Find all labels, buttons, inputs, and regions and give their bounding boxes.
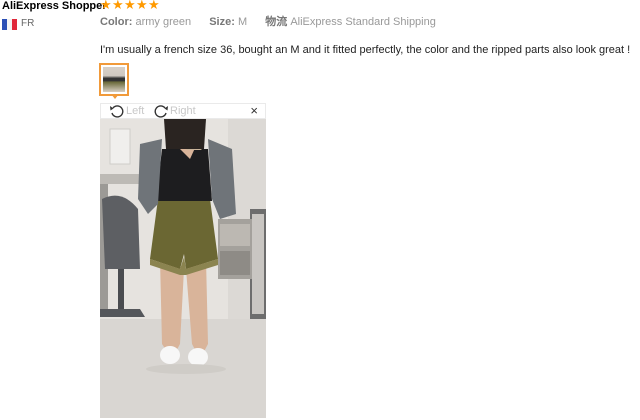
close-viewer-button[interactable]: × (250, 104, 258, 118)
review-photo-image (100, 119, 266, 418)
size-label: Size: (209, 16, 235, 28)
star-icon: ★ (136, 0, 148, 12)
rotate-right-button[interactable]: Right (153, 104, 196, 118)
rotate-left-label: Left (126, 105, 145, 117)
rotate-right-icon (154, 105, 168, 118)
star-icon: ★ (112, 0, 124, 12)
photo-viewer-toolbar: Left Right × (100, 103, 266, 119)
rotate-right-label: Right (170, 105, 196, 117)
color-value: army green (135, 16, 192, 28)
reviewer-country: FR (2, 18, 34, 30)
review-photo[interactable] (100, 119, 266, 418)
star-rating: ★ ★ ★ ★ ★ (100, 0, 160, 11)
thumbnail-pointer (111, 94, 119, 99)
france-flag-icon (2, 18, 17, 30)
order-attributes: Color: army green Size: M 物流 AliExpress … (100, 15, 436, 29)
rotate-left-button[interactable]: Left (109, 104, 144, 118)
shipping-label: 物流 (265, 16, 288, 28)
rotate-left-icon (110, 105, 124, 118)
country-code: FR (21, 18, 35, 29)
size-value: M (237, 16, 248, 28)
reviewer-name: AliExpress Shopper (2, 0, 107, 12)
shipping-value: AliExpress Standard Shipping (290, 16, 436, 28)
star-icon: ★ (100, 0, 112, 12)
star-icon: ★ (124, 0, 136, 12)
review-photo-thumbnail[interactable] (99, 63, 129, 96)
star-icon: ★ (148, 0, 160, 12)
color-label: Color: (100, 16, 133, 28)
thumbnail-image (103, 67, 125, 92)
review-text: I'm usually a french size 36, bought an … (100, 44, 631, 56)
